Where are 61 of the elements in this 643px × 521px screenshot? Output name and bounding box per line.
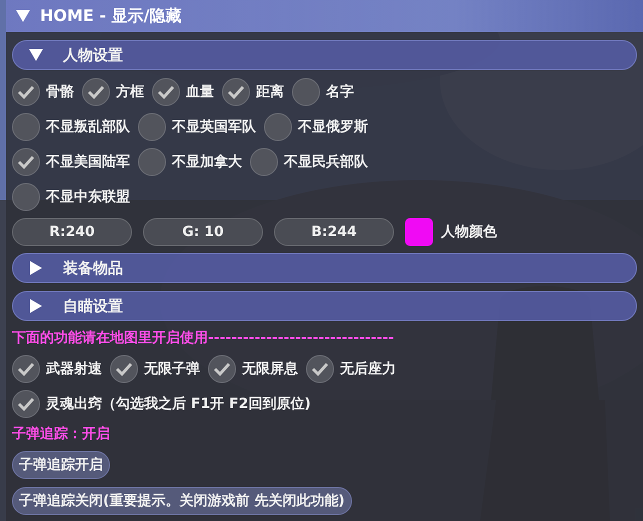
checkbox[interactable] — [306, 354, 334, 382]
section-header[interactable]: 人物设置 — [12, 40, 637, 70]
checkmark-icon — [227, 84, 245, 100]
action-button[interactable]: 子弹追踪开启 — [12, 451, 110, 479]
checkbox-label: 骨骼 — [46, 82, 74, 100]
checkbox[interactable] — [222, 78, 250, 106]
color-swatch[interactable] — [405, 218, 433, 246]
checkbox[interactable] — [12, 354, 40, 382]
section-header[interactable]: 装备物品 — [12, 253, 637, 283]
checkbox-label: 不显叛乱部队 — [46, 118, 130, 136]
checkbox[interactable] — [152, 78, 180, 106]
checkmark-icon — [115, 360, 133, 376]
color-channel-field[interactable]: G: 10 — [143, 218, 263, 246]
checkbox-label: 名字 — [326, 82, 354, 100]
checkbox-label: 灵魂出窍（勾选我之后 F1开 F2回到原位) — [46, 394, 311, 412]
window-title: HOME - 显示/隐藏 — [40, 6, 182, 26]
checkbox[interactable] — [12, 390, 40, 418]
checkbox-label: 无限屏息 — [242, 360, 298, 378]
checkmark-icon — [311, 360, 329, 376]
checkbox-label: 不显美国陆军 — [46, 152, 130, 170]
notice-text: 下面的功能请在地图里开启使用-------------------------------- — [12, 329, 395, 347]
checkbox-label: 不显中东联盟 — [46, 188, 130, 206]
color-label: 人物颜色 — [441, 222, 497, 240]
checkbox[interactable] — [82, 78, 110, 106]
checkbox-label: 血量 — [186, 82, 214, 100]
checkbox-label: 不显民兵部队 — [284, 152, 368, 170]
checkbox[interactable] — [264, 112, 292, 140]
checkbox-label: 距离 — [256, 82, 284, 100]
checkbox[interactable] — [12, 182, 40, 210]
collapse-arrow-icon — [29, 299, 43, 313]
checkbox[interactable] — [208, 354, 236, 382]
checkbox[interactable] — [12, 78, 40, 106]
checkmark-icon — [213, 360, 231, 376]
checkbox-label: 不显英国军队 — [172, 118, 256, 136]
checkbox[interactable] — [138, 112, 166, 140]
collapse-arrow-icon — [29, 261, 43, 275]
checkmark-icon — [87, 84, 105, 100]
checkmark-icon — [17, 84, 35, 100]
checkmark-icon — [17, 360, 35, 376]
checkmark-icon — [157, 84, 175, 100]
collapse-arrow-icon[interactable] — [16, 10, 30, 22]
checkbox-label: 无后座力 — [340, 360, 396, 378]
checkbox[interactable] — [12, 112, 40, 140]
checkbox[interactable] — [250, 148, 278, 176]
checkbox-label: 方框 — [116, 82, 144, 100]
checkbox-label: 不显加拿大 — [172, 152, 242, 170]
checkbox[interactable] — [12, 148, 40, 176]
color-channel-field[interactable]: B:244 — [274, 218, 394, 246]
checkmark-icon — [17, 396, 35, 412]
checkbox-label: 不显俄罗斯 — [298, 118, 368, 136]
checkbox[interactable] — [138, 148, 166, 176]
checkmark-icon — [17, 154, 35, 170]
checkbox-label: 武器射速 — [46, 360, 102, 378]
color-channel-field[interactable]: R:240 — [12, 218, 132, 246]
checkbox-label: 无限子弹 — [144, 360, 200, 378]
checkbox[interactable] — [292, 78, 320, 106]
checkbox[interactable] — [110, 354, 138, 382]
section-header[interactable]: 自瞄设置 — [12, 291, 637, 321]
collapse-arrow-icon — [29, 48, 43, 62]
action-button[interactable]: 子弹追踪关闭(重要提示。关闭游戏前 先关闭此功能) — [12, 487, 352, 515]
status-text: 子弹追踪：开启 — [12, 425, 111, 443]
